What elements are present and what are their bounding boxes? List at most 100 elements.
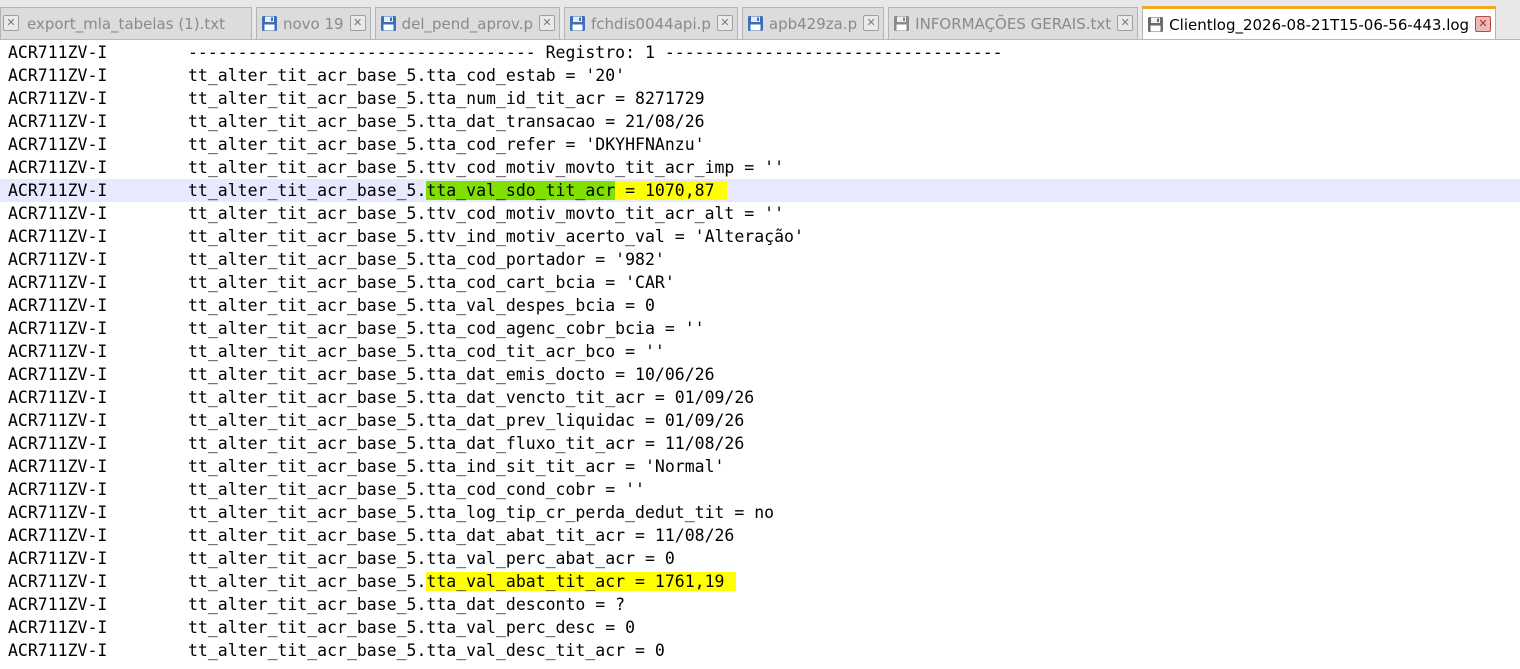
- close-icon[interactable]: ✕: [1117, 15, 1134, 31]
- editor-line[interactable]: ACR711ZV-I tt_alter_tit_acr_base_5.tta_da…: [0, 386, 1520, 409]
- table-prefix: tt_alter_tit_acr_base_5.: [188, 296, 427, 315]
- editor-line[interactable]: ACR711ZV-I tt_alter_tit_acr_base_5.tta_nu…: [0, 87, 1520, 110]
- editor-line[interactable]: ACR711ZV-I tt_alter_tit_acr_base_5.tta_da…: [0, 363, 1520, 386]
- field-text: ttv_cod_motiv_movto_tit_acr_imp = '': [426, 158, 785, 177]
- table-prefix: tt_alter_tit_acr_base_5.: [188, 135, 427, 154]
- editor-line[interactable]: ACR711ZV-I tt_alter_tit_acr_base_5.tta_da…: [0, 409, 1520, 432]
- field-text: tta_dat_abat_tit_acr = 11/08/26: [426, 526, 735, 545]
- line-content: tt_alter_tit_acr_base_5.tta_ind_sit_tit_…: [188, 455, 724, 478]
- tab-informacoes-gerais[interactable]: INFORMAÇÕES GERAIS.txt ✕: [888, 7, 1139, 39]
- table-prefix: tt_alter_tit_acr_base_5.: [188, 365, 427, 384]
- table-prefix: tt_alter_tit_acr_base_5.: [188, 549, 427, 568]
- tab-label: fchdis0044api.p: [591, 14, 711, 33]
- line-content: tt_alter_tit_acr_base_5.tta_dat_vencto_t…: [188, 386, 754, 409]
- editor-line[interactable]: ACR711ZV-I tt_alter_tit_acr_base_5.ttv_co…: [0, 202, 1520, 225]
- tab-label: Clientlog_2026-08-21T15-06-56-443.log: [1169, 15, 1470, 34]
- highlighted-value: = 1070,87: [615, 181, 727, 200]
- close-icon[interactable]: ✕: [539, 15, 556, 31]
- table-prefix: tt_alter_tit_acr_base_5.: [188, 342, 427, 361]
- close-icon[interactable]: ✕: [3, 15, 19, 31]
- line-content: tt_alter_tit_acr_base_5.tta_cod_portador…: [188, 248, 665, 271]
- line-prefix: ACR711ZV-I: [8, 89, 108, 108]
- line-prefix: ACR711ZV-I: [8, 181, 108, 200]
- field-text: ttv_cod_motiv_movto_tit_acr_alt = '': [426, 204, 785, 223]
- table-prefix: tt_alter_tit_acr_base_5.: [188, 641, 427, 660]
- editor-line[interactable]: ACR711ZV-I tt_alter_tit_acr_base_5.tta_co…: [0, 478, 1520, 501]
- field-text: tta_dat_transacao = 21/08/26: [426, 112, 705, 131]
- tab-export-mla-tabelas[interactable]: ✕ export_mla_tabelas (1).txt: [0, 7, 252, 39]
- close-icon[interactable]: ✕: [863, 15, 880, 31]
- highlighted-field: tta_val_sdo_tit_acr: [426, 181, 616, 200]
- editor-line[interactable]: ACR711ZV-I tt_alter_tit_acr_base_5.tta_da…: [0, 432, 1520, 455]
- line-content: tt_alter_tit_acr_base_5.tta_val_perc_des…: [188, 616, 635, 639]
- text-editor[interactable]: ACR711ZV-I ------------------------------…: [0, 41, 1520, 669]
- field-text: tta_log_tip_cr_perda_dedut_tit = no: [426, 503, 775, 522]
- line-content: tt_alter_tit_acr_base_5.tta_num_id_tit_a…: [188, 87, 705, 110]
- editor-line[interactable]: ACR711ZV-I ------------------------------…: [0, 41, 1520, 64]
- line-content: tt_alter_tit_acr_base_5.tta_cod_agenc_co…: [188, 317, 705, 340]
- tab-del-pend-aprov[interactable]: del_pend_aprov.p ✕: [374, 7, 561, 39]
- editor-line[interactable]: ACR711ZV-I tt_alter_tit_acr_base_5.tta_in…: [0, 455, 1520, 478]
- field-text: tta_cod_portador = '982': [426, 250, 665, 269]
- close-icon[interactable]: ✕: [716, 15, 733, 31]
- editor-line[interactable]: ACR711ZV-I tt_alter_tit_acr_base_5.tta_da…: [0, 593, 1520, 616]
- table-prefix: tt_alter_tit_acr_base_5.: [188, 457, 427, 476]
- editor-line[interactable]: ACR711ZV-I tt_alter_tit_acr_base_5.tta_va…: [0, 570, 1520, 593]
- table-prefix: tt_alter_tit_acr_base_5.: [188, 204, 427, 223]
- line-prefix: ACR711ZV-I: [8, 112, 108, 131]
- field-text: tta_dat_emis_docto = 10/06/26: [426, 365, 715, 384]
- line-prefix: ACR711ZV-I: [8, 135, 108, 154]
- editor-line[interactable]: ACR711ZV-I tt_alter_tit_acr_base_5.tta_co…: [0, 340, 1520, 363]
- line-content: tt_alter_tit_acr_base_5.tta_val_perc_aba…: [188, 547, 675, 570]
- field-text: tta_val_perc_abat_acr = 0: [426, 549, 675, 568]
- editor-line[interactable]: ACR711ZV-I tt_alter_tit_acr_base_5.tta_da…: [0, 524, 1520, 547]
- close-icon[interactable]: ✕: [349, 15, 366, 31]
- field-text: tta_cod_cond_cobr = '': [426, 480, 645, 499]
- line-prefix: ACR711ZV-I: [8, 319, 108, 338]
- line-content: tt_alter_tit_acr_base_5.ttv_cod_motiv_mo…: [188, 202, 784, 225]
- field-text: tta_cod_agenc_cobr_bcia = '': [426, 319, 705, 338]
- tab-bar: ✕ export_mla_tabelas (1).txt novo 19 ✕ d…: [0, 0, 1520, 40]
- field-text: tta_val_desc_tit_acr = 0: [426, 641, 665, 660]
- tab-apb429za[interactable]: apb429za.p ✕: [741, 7, 885, 39]
- editor-line[interactable]: ACR711ZV-I tt_alter_tit_acr_base_5.tta_va…: [0, 616, 1520, 639]
- line-prefix: ACR711ZV-I: [8, 388, 108, 407]
- line-prefix: ACR711ZV-I: [8, 434, 108, 453]
- table-prefix: tt_alter_tit_acr_base_5.: [188, 572, 427, 591]
- close-icon[interactable]: ✕: [1475, 16, 1492, 32]
- line-prefix: ACR711ZV-I: [8, 572, 108, 591]
- editor-line[interactable]: ACR711ZV-I tt_alter_tit_acr_base_5.tta_co…: [0, 317, 1520, 340]
- current-line[interactable]: ACR711ZV-I tt_alter_tit_acr_base_5.tta_va…: [0, 179, 1520, 202]
- line-content: ----------------------------------- Regi…: [188, 41, 1003, 64]
- table-prefix: tt_alter_tit_acr_base_5.: [188, 618, 427, 637]
- save-disk-icon: [894, 16, 910, 31]
- line-content: tt_alter_tit_acr_base_5.tta_dat_fluxo_ti…: [188, 432, 744, 455]
- editor-line[interactable]: ACR711ZV-I tt_alter_tit_acr_base_5.ttv_in…: [0, 225, 1520, 248]
- editor-line[interactable]: ACR711ZV-I tt_alter_tit_acr_base_5.tta_da…: [0, 110, 1520, 133]
- editor-line[interactable]: ACR711ZV-I tt_alter_tit_acr_base_5.tta_va…: [0, 639, 1520, 662]
- line-content: tt_alter_tit_acr_base_5.tta_val_desc_tit…: [188, 639, 665, 662]
- editor-line[interactable]: ACR711ZV-I tt_alter_tit_acr_base_5.tta_co…: [0, 64, 1520, 87]
- table-prefix: tt_alter_tit_acr_base_5.: [188, 526, 427, 545]
- highlighted-value: tta_val_abat_tit_acr = 1761,19: [426, 572, 737, 591]
- editor-line[interactable]: ACR711ZV-I tt_alter_tit_acr_base_5.tta_va…: [0, 294, 1520, 317]
- line-prefix: ACR711ZV-I: [8, 411, 108, 430]
- tab-fchdis0044api[interactable]: fchdis0044api.p ✕: [564, 7, 738, 39]
- field-text: tta_cod_estab = '20': [426, 66, 626, 85]
- table-prefix: tt_alter_tit_acr_base_5.: [188, 434, 427, 453]
- editor-line[interactable]: ACR711ZV-I tt_alter_tit_acr_base_5.tta_lo…: [0, 501, 1520, 524]
- editor-line[interactable]: ACR711ZV-I tt_alter_tit_acr_base_5.ttv_co…: [0, 156, 1520, 179]
- field-text: tta_val_despes_bcia = 0: [426, 296, 655, 315]
- editor-line[interactable]: ACR711ZV-I tt_alter_tit_acr_base_5.tta_va…: [0, 547, 1520, 570]
- line-content: tt_alter_tit_acr_base_5.ttv_ind_motiv_ac…: [188, 225, 804, 248]
- tab-clientlog[interactable]: Clientlog_2026-08-21T15-06-56-443.log ✕: [1142, 6, 1497, 39]
- field-text: tta_dat_vencto_tit_acr = 01/09/26: [426, 388, 755, 407]
- tab-novo-19[interactable]: novo 19 ✕: [255, 7, 371, 39]
- editor-line[interactable]: ACR711ZV-I tt_alter_tit_acr_base_5.tta_co…: [0, 133, 1520, 156]
- field-text: ttv_ind_motiv_acerto_val = 'Alteração': [426, 227, 804, 246]
- table-prefix: tt_alter_tit_acr_base_5.: [188, 158, 427, 177]
- editor-line[interactable]: ACR711ZV-I tt_alter_tit_acr_base_5.tta_co…: [0, 248, 1520, 271]
- editor-line[interactable]: ACR711ZV-I tt_alter_tit_acr_base_5.tta_co…: [0, 271, 1520, 294]
- line-content: tt_alter_tit_acr_base_5.tta_dat_abat_tit…: [188, 524, 734, 547]
- field-text: tta_num_id_tit_acr = 8271729: [426, 89, 705, 108]
